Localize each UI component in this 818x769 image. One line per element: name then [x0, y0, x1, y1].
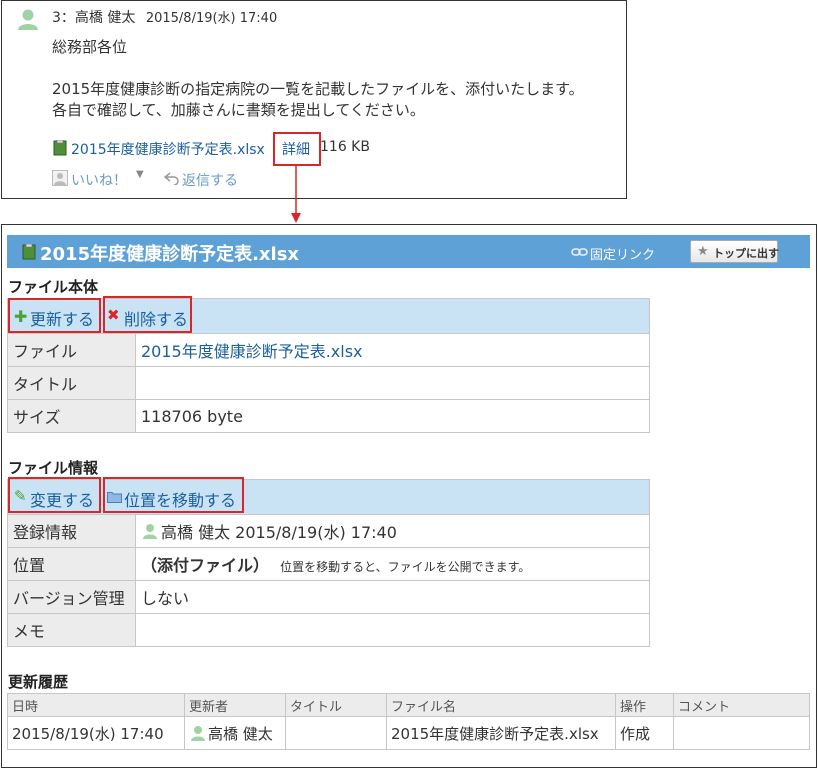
location-note: 位置を移動すると、ファイルを公開できます。: [280, 560, 531, 574]
comment-timestamp: 2015/8/19(水) 17:40: [145, 11, 278, 26]
star-icon: ★: [697, 244, 709, 259]
bring-to-top-label: トップに出す: [713, 247, 779, 260]
highlight-box-update: [8, 298, 101, 333]
bring-to-top-button[interactable]: ★ トップに出す: [690, 240, 779, 263]
comment-body-line2: 各自で確認して、加藤さんに書類を提出してください。: [52, 101, 425, 119]
version-value: しない: [135, 580, 650, 614]
permalink-link[interactable]: 固定リンク: [590, 244, 655, 263]
user-avatar-icon: [18, 9, 38, 30]
highlight-box-delete: [103, 296, 192, 333]
comment-number: 3: [52, 10, 61, 26]
excel-file-icon: [53, 140, 67, 156]
file-name-link[interactable]: 2015年度健康診断予定表.xlsx: [135, 333, 650, 367]
table-row: バージョン管理 しない: [7, 580, 650, 614]
file-info-heading: ファイル情報: [8, 459, 99, 477]
memo-value: [135, 613, 650, 647]
comment-header: 3：高橋 健太 2015/8/19(水) 17:40: [52, 10, 278, 26]
table-row: 位置 （添付ファイル） 位置を移動すると、ファイルを公開できます。: [7, 547, 650, 581]
reply-icon: [164, 172, 179, 185]
history-heading: 更新履歴: [8, 673, 69, 691]
table-row: タイトル: [7, 366, 650, 400]
comment-author[interactable]: 高橋 健太: [75, 10, 135, 26]
comment-body-line1: 2015年度健康診断の指定病院の一覧を記載したファイルを、添付いたします。: [52, 80, 584, 98]
file-body-heading: ファイル本体: [8, 278, 99, 296]
reply-link[interactable]: 返信する: [182, 170, 238, 190]
like-button[interactable]: いいね！: [71, 170, 127, 190]
attachment-link[interactable]: 2015年度健康診断予定表.xlsx: [71, 139, 265, 159]
highlight-box-move: [103, 477, 244, 513]
file-title: 2015年度健康診断予定表.xlsx: [40, 244, 300, 265]
connector-arrow: [291, 165, 301, 223]
highlight-box-detail: [273, 132, 321, 166]
excel-file-icon: [22, 244, 36, 260]
history-table: 日時 更新者 タイトル ファイル名 操作 コメント 2015/8/19(水) 1…: [7, 693, 810, 750]
table-row: ファイル 2015年度健康診断予定表.xlsx: [7, 333, 650, 367]
table-row: 登録情報 高橋 健太 2015/8/19(水) 17:40: [7, 514, 650, 548]
location-value: （添付ファイル）: [141, 556, 270, 575]
table-row: 2015/8/19(水) 17:40 高橋 健太 2015年度健康診断予定表.x…: [7, 716, 810, 750]
file-size: 116 KB: [320, 139, 370, 155]
comment-salutation: 総務部各位: [52, 38, 128, 56]
table-row: メモ: [7, 613, 650, 647]
like-icon: [52, 170, 68, 186]
link-chain-icon: [571, 248, 588, 256]
highlight-box-change: [8, 477, 101, 513]
registered-info: 高橋 健太 2015/8/19(水) 17:40: [161, 523, 397, 542]
table-row: サイズ 118706 byte: [7, 399, 650, 433]
like-dropdown-chevron-icon[interactable]: ▼: [136, 169, 144, 180]
user-avatar-icon: [143, 524, 157, 539]
user-avatar-icon: [191, 726, 205, 741]
